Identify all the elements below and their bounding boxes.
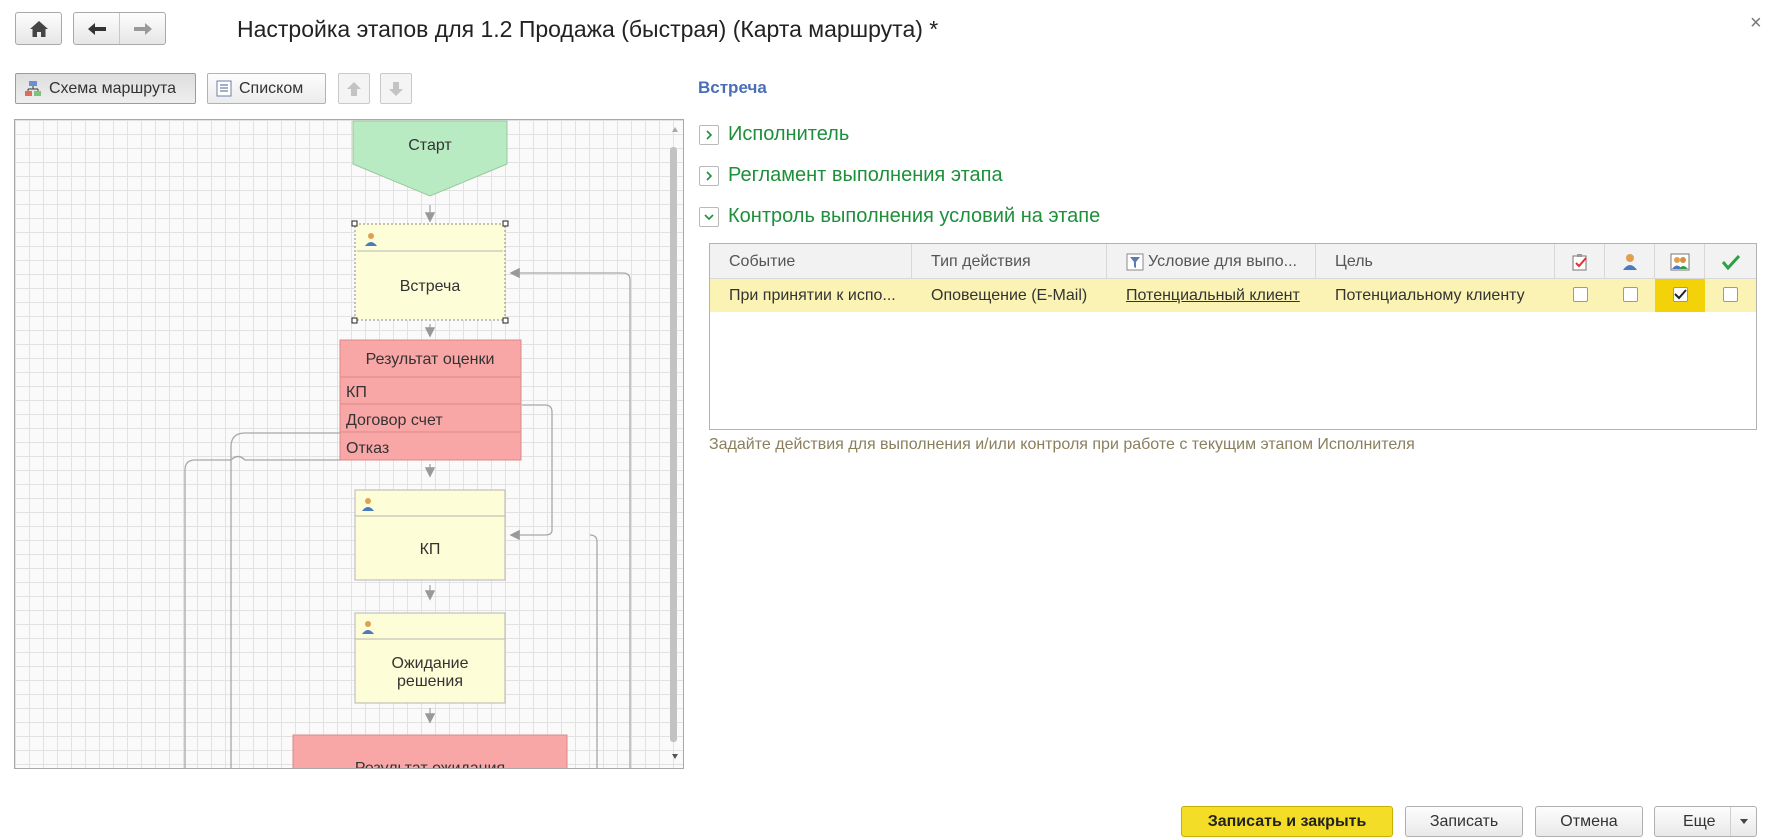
more-button-label: Еще bbox=[1683, 812, 1716, 830]
column-action-type-label: Тип действия bbox=[931, 252, 1031, 270]
column-target[interactable]: Цель bbox=[1316, 244, 1555, 279]
start-node-label: Старт bbox=[408, 137, 452, 154]
checkmark-icon bbox=[1674, 289, 1687, 300]
table-header: Событие Тип действия Условие для выпо...… bbox=[710, 244, 1756, 279]
chevron-down-icon bbox=[699, 206, 719, 227]
more-menu-button[interactable]: Еще bbox=[1654, 806, 1757, 837]
waiting-node-label-2: решения bbox=[397, 673, 463, 690]
start-node[interactable] bbox=[352, 120, 508, 197]
section-executor[interactable]: Исполнитель bbox=[699, 123, 849, 146]
section-executor-label: Исполнитель bbox=[728, 123, 850, 145]
column-check-1[interactable] bbox=[1555, 244, 1605, 279]
route-diagram[interactable]: Старт Встреча Результат оценки КП Догово… bbox=[14, 119, 684, 769]
column-event-label: Событие bbox=[729, 252, 796, 270]
row-checkbox-2[interactable] bbox=[1623, 287, 1638, 302]
route-schema-icon bbox=[25, 80, 41, 96]
diagram-canvas: Старт Встреча Результат оценки КП Догово… bbox=[184, 120, 678, 769]
row-checkbox-1[interactable] bbox=[1573, 287, 1588, 302]
row-checkbox-4[interactable] bbox=[1723, 287, 1738, 302]
meeting-node[interactable] bbox=[354, 223, 506, 321]
kp-node-label: КП bbox=[420, 541, 441, 558]
move-down-button[interactable] bbox=[380, 73, 412, 104]
save-button[interactable]: Записать bbox=[1405, 806, 1523, 837]
column-condition[interactable]: Условие для выпо... bbox=[1107, 244, 1316, 279]
close-icon[interactable]: × bbox=[1750, 12, 1762, 35]
checkmark-icon bbox=[1721, 254, 1740, 270]
home-button[interactable] bbox=[15, 12, 62, 45]
actions-table[interactable]: Событие Тип действия Условие для выпо...… bbox=[709, 243, 1757, 430]
history-navigation bbox=[73, 12, 166, 45]
section-conditions-control[interactable]: Контроль выполнения условий на этапе bbox=[699, 205, 1100, 228]
column-check-3[interactable] bbox=[1655, 244, 1705, 279]
waiting-result-label: Результат ожидания bbox=[355, 760, 505, 769]
table-hint: Задайте действия для выполнения и/или ко… bbox=[709, 436, 1415, 453]
kp-node[interactable] bbox=[354, 489, 506, 581]
filter-icon bbox=[1126, 253, 1144, 270]
meeting-node-label: Встреча bbox=[400, 278, 461, 295]
cell-condition-link[interactable]: Потенциальный клиент bbox=[1107, 279, 1316, 312]
column-action-type[interactable]: Тип действия bbox=[912, 244, 1107, 279]
move-up-button[interactable] bbox=[338, 73, 370, 104]
window-title: Настройка этапов для 1.2 Продажа (быстра… bbox=[237, 16, 939, 42]
arrow-down-icon bbox=[389, 81, 403, 96]
option-refusal[interactable]: Отказ bbox=[346, 440, 389, 457]
schema-view-label: Схема маршрута bbox=[49, 79, 177, 97]
forward-button[interactable] bbox=[120, 13, 165, 44]
checklist-icon bbox=[1572, 253, 1587, 270]
list-view-label: Списком bbox=[239, 79, 304, 97]
more-dropdown-arrow[interactable] bbox=[1730, 807, 1756, 836]
cell-action-type[interactable]: Оповещение (E-Mail) bbox=[912, 279, 1107, 312]
column-target-label: Цель bbox=[1335, 252, 1373, 270]
chevron-right-icon bbox=[699, 124, 719, 145]
arrow-up-icon bbox=[347, 81, 361, 96]
section-conditions-control-label: Контроль выполнения условий на этапе bbox=[728, 205, 1101, 227]
section-stage-regulation-label: Регламент выполнения этапа bbox=[728, 164, 1003, 186]
stage-name: Встреча bbox=[698, 78, 767, 97]
column-condition-label: Условие для выпо... bbox=[1148, 252, 1297, 270]
chevron-down-icon bbox=[1739, 819, 1748, 824]
table-row[interactable]: При принятии к испо... Оповещение (E-Mai… bbox=[710, 279, 1756, 312]
column-check-4[interactable] bbox=[1705, 244, 1756, 279]
column-event[interactable]: Событие bbox=[710, 244, 912, 279]
diagram-scrollbar[interactable] bbox=[670, 127, 678, 759]
column-check-2[interactable] bbox=[1605, 244, 1655, 279]
arrow-right-icon bbox=[133, 22, 152, 35]
option-kp[interactable]: КП bbox=[346, 384, 367, 401]
cell-target[interactable]: Потенциальному клиенту bbox=[1316, 279, 1555, 312]
cancel-button[interactable]: Отмена bbox=[1535, 806, 1643, 837]
user-icon bbox=[1622, 253, 1637, 270]
chevron-right-icon bbox=[699, 165, 719, 186]
list-view-button[interactable]: Списком bbox=[207, 73, 326, 104]
row-checkbox-3[interactable] bbox=[1673, 287, 1688, 302]
save-and-close-button[interactable]: Записать и закрыть bbox=[1181, 806, 1393, 837]
section-stage-regulation[interactable]: Регламент выполнения этапа bbox=[699, 164, 1003, 187]
arrow-left-icon bbox=[87, 22, 106, 35]
list-icon bbox=[216, 80, 232, 97]
home-icon bbox=[29, 20, 48, 37]
back-button[interactable] bbox=[74, 13, 120, 44]
option-contract-invoice[interactable]: Договор счет bbox=[346, 412, 443, 429]
waiting-node-label-1: Ожидание bbox=[392, 655, 469, 672]
evaluation-result-title: Результат оценки bbox=[366, 351, 495, 368]
schema-view-button[interactable]: Схема маршрута bbox=[15, 73, 196, 104]
users-icon bbox=[1670, 253, 1689, 270]
cell-event[interactable]: При принятии к испо... bbox=[710, 279, 912, 312]
